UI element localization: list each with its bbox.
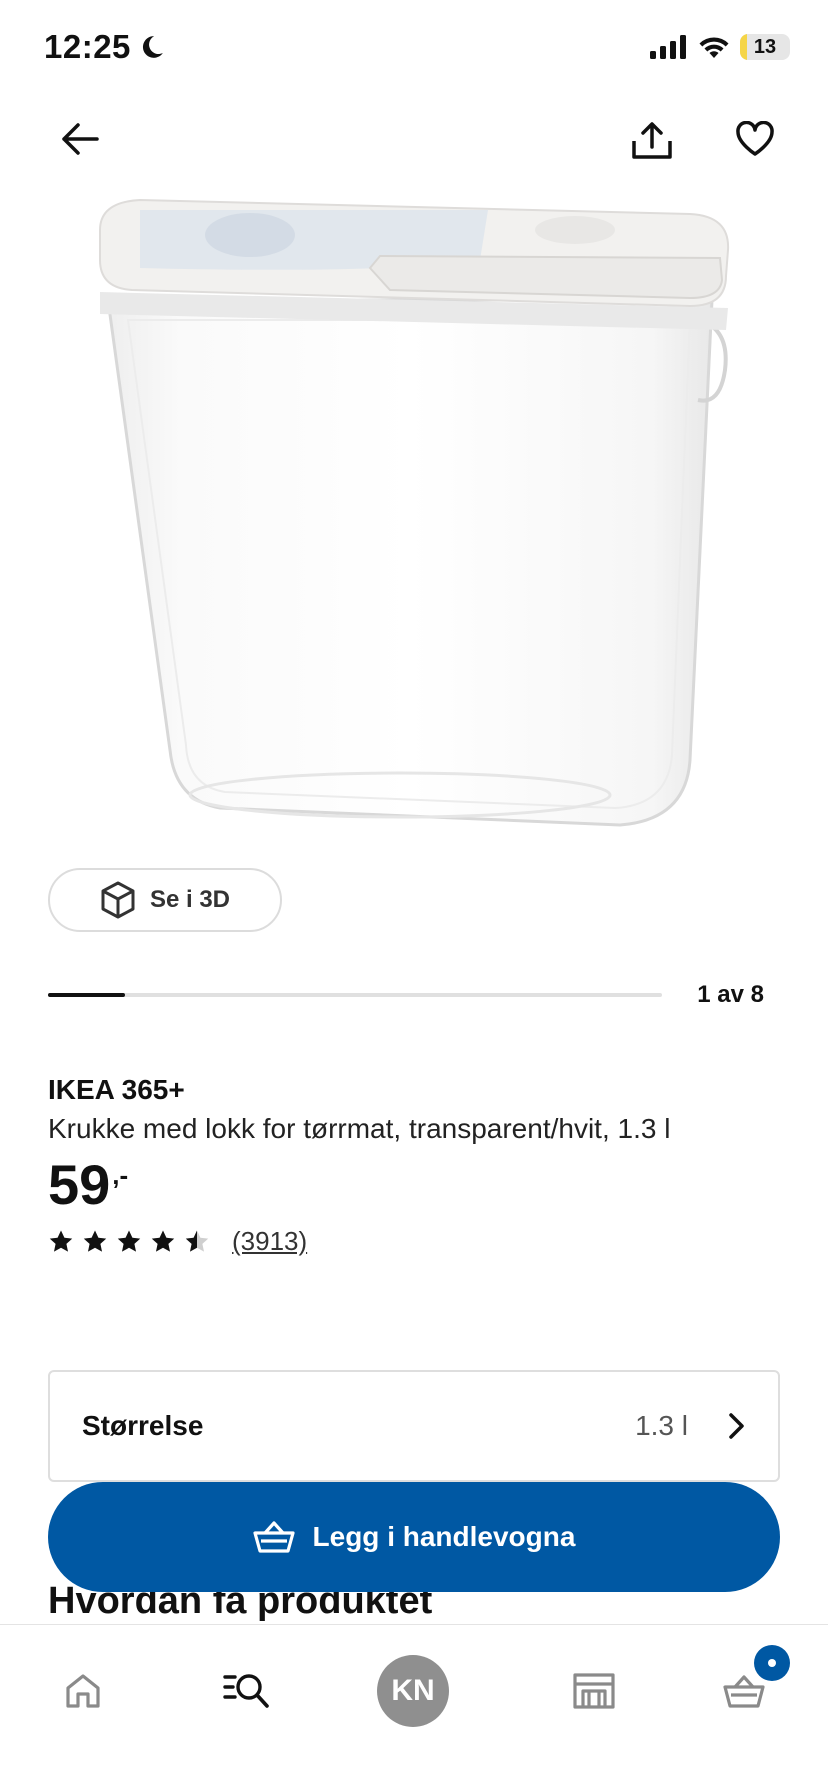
tab-cart[interactable] (694, 1641, 794, 1741)
clock-text: 12:25 (44, 28, 131, 65)
gallery-progress-bar (48, 993, 662, 997)
basket-icon (252, 1521, 295, 1553)
add-to-cart-button[interactable]: Legg i handlevogna (48, 1482, 780, 1592)
cart-icon (723, 1675, 765, 1708)
battery-level: 13 (753, 35, 777, 58)
star-icon (151, 1230, 175, 1252)
tab-stores[interactable] (544, 1641, 644, 1741)
product-brand: IKEA 365+ (48, 1074, 185, 1105)
favourite-button[interactable] (723, 107, 787, 171)
chevron-right-icon (729, 1413, 744, 1439)
avatar: KN (377, 1655, 449, 1727)
status-icons: 13 (650, 34, 790, 60)
star-icon (185, 1230, 209, 1252)
status-bar: 12:25 13 (0, 0, 828, 100)
back-button[interactable] (48, 107, 112, 171)
view-3d-label: Se i 3D (149, 886, 231, 913)
heart-icon (736, 121, 774, 156)
store-icon (573, 1673, 615, 1709)
home-icon (66, 1674, 100, 1708)
star-icon (83, 1230, 107, 1252)
product-price: 59 ,- (48, 1152, 128, 1217)
size-value: 1.3 l (635, 1410, 688, 1441)
gallery-progress-fill (48, 993, 125, 997)
rating-stars (48, 1229, 210, 1254)
review-count[interactable]: (3913) (232, 1226, 307, 1257)
cube-icon (101, 881, 135, 919)
tab-home[interactable] (33, 1641, 133, 1741)
star-icon (49, 1230, 73, 1252)
price-main: 59 (48, 1153, 111, 1216)
rating[interactable]: (3913) (48, 1226, 307, 1257)
product-image[interactable] (0, 180, 828, 940)
product-description: Krukke med lokk for tørrmat, transparent… (48, 1113, 671, 1144)
status-time: 12:25 (44, 28, 165, 66)
size-label: Størrelse (82, 1410, 204, 1441)
cart-badge-dot (768, 1659, 776, 1667)
view-3d-button[interactable]: Se i 3D (48, 868, 282, 932)
moon-icon (142, 36, 163, 58)
signal-icon (650, 35, 686, 59)
price-suffix: ,- (112, 1160, 129, 1190)
tab-bar: KN (0, 1624, 828, 1792)
wifi-icon (699, 37, 729, 58)
search-list-icon (223, 1674, 269, 1708)
battery-icon: 13 (740, 34, 790, 60)
add-to-cart-label: Legg i handlevogna (312, 1521, 576, 1552)
battery-fill (740, 34, 747, 60)
gallery-counter: 1 av 8 (697, 981, 764, 1008)
star-icon (117, 1230, 141, 1252)
size-selector[interactable]: Størrelse 1.3 l (48, 1370, 780, 1482)
cart-badge (754, 1645, 790, 1681)
tab-search[interactable] (197, 1641, 297, 1741)
container-image (99, 198, 730, 827)
share-icon (632, 122, 672, 159)
back-arrow-icon (62, 123, 99, 155)
share-button[interactable] (620, 109, 684, 173)
tab-profile[interactable]: KN (363, 1641, 463, 1741)
